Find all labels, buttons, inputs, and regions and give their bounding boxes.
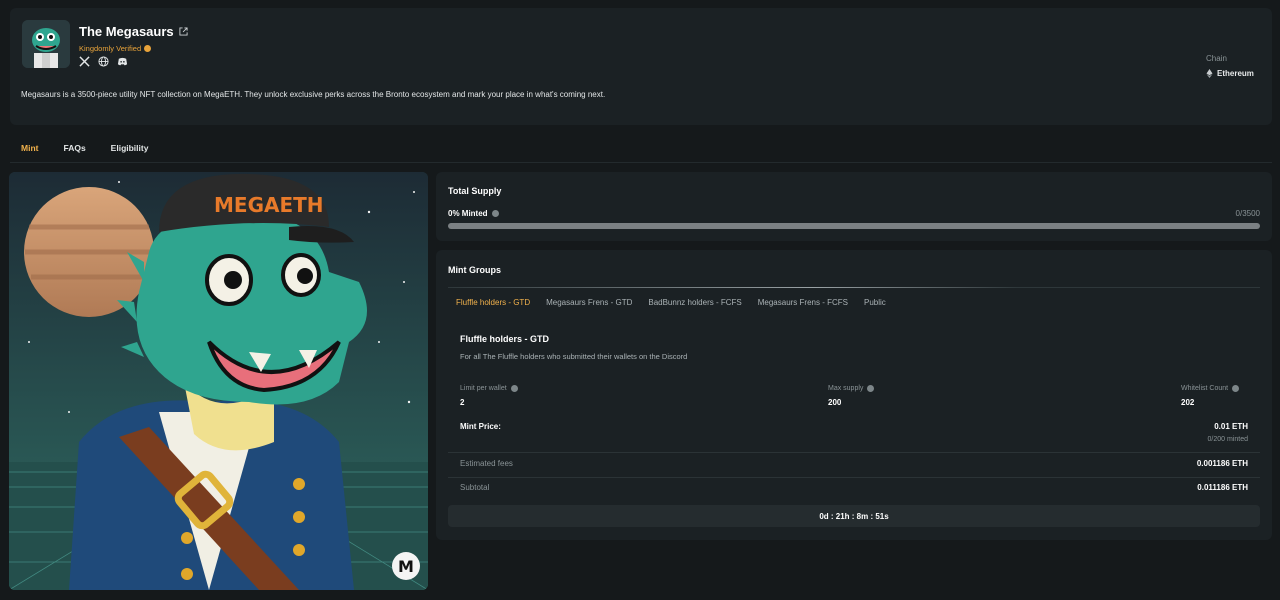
group-description: For all The Fluffle holders who submitte… bbox=[460, 352, 688, 361]
collection-description: Megasaurs is a 3500-piece utility NFT co… bbox=[21, 90, 606, 99]
discord-icon[interactable] bbox=[117, 56, 128, 67]
group-tab-public[interactable]: Public bbox=[864, 298, 886, 307]
group-minted-count: 0/200 minted bbox=[1207, 436, 1248, 443]
megaeth-badge-icon: M bbox=[398, 557, 414, 576]
mint-price-value: 0.01 ETH bbox=[1214, 422, 1248, 431]
group-tab-badbunnz-fcfs[interactable]: BadBunnz holders - FCFS bbox=[648, 298, 741, 307]
group-tab-fluffle-gtd[interactable]: Fluffle holders - GTD bbox=[456, 298, 530, 307]
row-divider bbox=[448, 477, 1260, 478]
supply-title: Total Supply bbox=[448, 186, 502, 196]
row-divider bbox=[448, 452, 1260, 453]
whitelist-count-label: Whitelist Count bbox=[1181, 385, 1240, 392]
mint-price-label: Mint Price: bbox=[460, 422, 501, 431]
limit-label-text: Limit per wallet bbox=[460, 385, 507, 392]
tabs-divider bbox=[10, 162, 1272, 163]
x-icon[interactable] bbox=[79, 56, 90, 67]
limit-per-wallet-label: Limit per wallet bbox=[460, 385, 518, 392]
subtotal-value: 0.011186 ETH bbox=[1197, 483, 1248, 492]
estimated-fees-label: Estimated fees bbox=[460, 459, 513, 468]
max-supply-label: Max supply bbox=[828, 385, 875, 392]
group-tab-frens-gtd[interactable]: Megasaurs Frens - GTD bbox=[546, 298, 632, 307]
estimated-fees-value: 0.001186 ETH bbox=[1196, 459, 1248, 468]
page-tabs: Mint FAQs Eligibility bbox=[21, 143, 148, 153]
subtotal-label: Subtotal bbox=[460, 483, 490, 492]
supply-progress-bar bbox=[448, 223, 1260, 229]
minted-label: 0% Minted bbox=[448, 209, 499, 218]
mint-groups-divider bbox=[448, 287, 1260, 288]
social-links bbox=[79, 56, 128, 67]
total-supply-card: Total Supply 0% Minted 0/3500 bbox=[436, 172, 1272, 241]
mint-groups-card: Mint Groups Fluffle holders - GTD Megasa… bbox=[436, 250, 1272, 540]
chain-value-text: Ethereum bbox=[1217, 69, 1254, 78]
chain-value: Ethereum bbox=[1206, 69, 1254, 78]
verified-label: Kingdomly Verified bbox=[79, 44, 142, 53]
external-link-icon[interactable] bbox=[179, 27, 188, 36]
info-icon[interactable] bbox=[491, 210, 499, 217]
group-name: Fluffle holders - GTD bbox=[460, 334, 549, 344]
whitelist-count-value: 202 bbox=[1181, 398, 1195, 407]
minted-count: 0/3500 bbox=[1235, 209, 1260, 218]
ethereum-icon bbox=[1206, 69, 1213, 78]
verified-check-icon bbox=[144, 45, 152, 52]
mint-countdown-button[interactable]: 0d : 21h : 8m : 51s bbox=[448, 505, 1260, 527]
collection-title: The Megasaurs bbox=[79, 24, 174, 39]
globe-icon[interactable] bbox=[98, 56, 109, 67]
max-supply-value: 200 bbox=[828, 398, 842, 407]
max-supply-label-text: Max supply bbox=[828, 385, 864, 392]
limit-per-wallet-value: 2 bbox=[460, 398, 465, 407]
info-icon[interactable] bbox=[867, 385, 875, 392]
tab-faqs[interactable]: FAQs bbox=[63, 143, 85, 153]
collection-avatar bbox=[22, 20, 70, 68]
mint-group-tabs: Fluffle holders - GTD Megasaurs Frens - … bbox=[456, 298, 886, 307]
group-tab-frens-fcfs[interactable]: Megasaurs Frens - FCFS bbox=[758, 298, 848, 307]
collection-header: The Megasaurs Kingdomly Verified Megasau… bbox=[10, 8, 1272, 125]
whitelist-label-text: Whitelist Count bbox=[1181, 385, 1229, 392]
tab-mint[interactable]: Mint bbox=[21, 143, 38, 153]
info-icon[interactable] bbox=[1232, 385, 1240, 392]
chain-label: Chain bbox=[1206, 54, 1227, 63]
cap-logo-text: MEGAETH bbox=[214, 193, 324, 217]
collection-artwork: MEGAETH M bbox=[9, 172, 428, 590]
tab-eligibility[interactable]: Eligibility bbox=[111, 143, 149, 153]
mint-groups-title: Mint Groups bbox=[448, 265, 501, 275]
info-icon[interactable] bbox=[510, 385, 518, 392]
verified-badge: Kingdomly Verified bbox=[79, 44, 152, 53]
minted-label-text: 0% Minted bbox=[448, 209, 488, 218]
